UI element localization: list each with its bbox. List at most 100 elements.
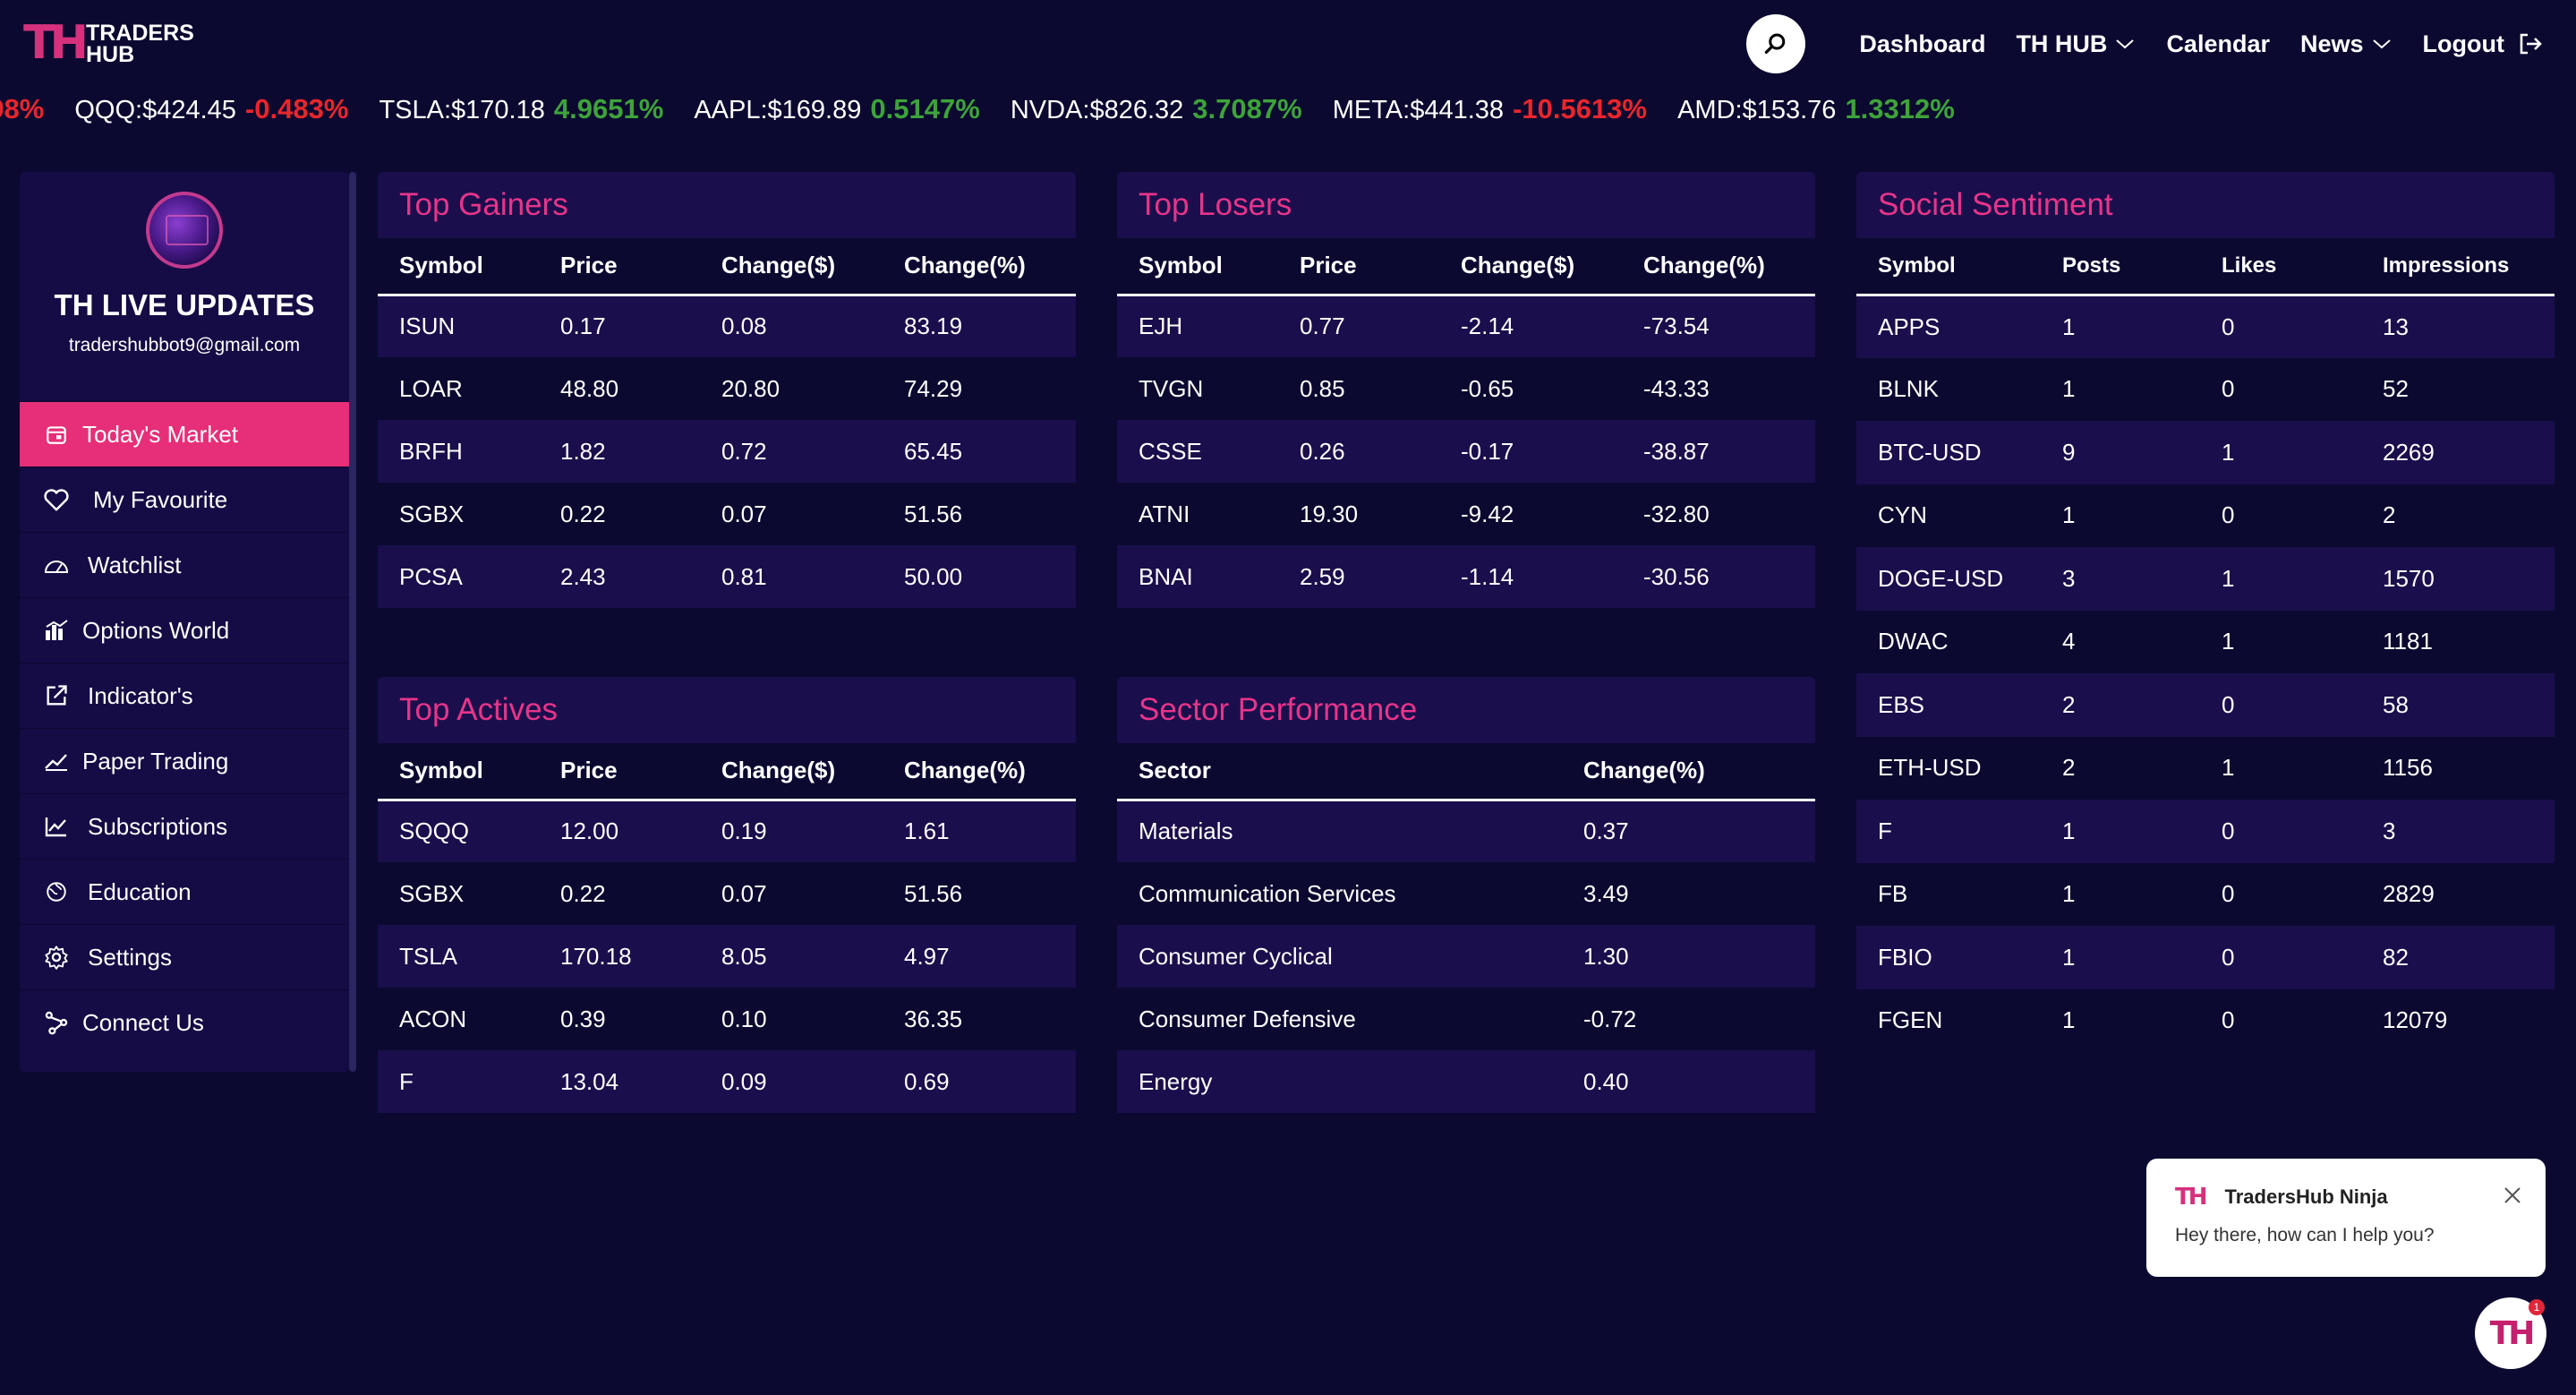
table-row[interactable]: ACON 0.39 0.10 36.35 [378, 988, 1076, 1050]
logo[interactable]: TH TRADERS HUB [23, 20, 194, 68]
table-row[interactable]: EJH 0.77 -2.14 -73.54 [1117, 295, 1815, 357]
column-header[interactable]: Price [539, 743, 700, 801]
table-row[interactable]: SGBX 0.22 0.07 51.56 [378, 862, 1076, 925]
column-header[interactable]: Symbol [378, 743, 539, 801]
table-row[interactable]: BRFH 1.82 0.72 65.45 [378, 420, 1076, 483]
column-header[interactable]: Likes [2200, 238, 2361, 296]
top-actives-title: Top Actives [378, 677, 1076, 743]
table-row[interactable]: TVGN 0.85 -0.65 -43.33 [1117, 357, 1815, 420]
sidebar-item-indicators[interactable]: Indicator's [20, 663, 349, 728]
column-header[interactable]: Change($) [700, 743, 883, 801]
chat-launcher-button[interactable]: TH 1 [2475, 1297, 2546, 1369]
table-header-row: Sector Change(%) [1117, 743, 1815, 801]
table-row[interactable]: TSLA 170.18 8.05 4.97 [378, 925, 1076, 988]
nav-calendar[interactable]: Calendar [2166, 30, 2270, 58]
sidebar-scrollbar[interactable] [349, 172, 356, 1072]
ticker-item[interactable]: META:$441.38 -10.5613% [1333, 88, 1647, 131]
table-row[interactable]: SQQQ 12.00 0.19 1.61 [378, 800, 1076, 862]
column-header[interactable]: Change($) [700, 238, 883, 296]
table-row[interactable]: EBS 2 0 58 [1856, 673, 2555, 737]
cell-symbol: SGBX [378, 862, 539, 925]
search-button[interactable] [1746, 14, 1806, 73]
column-header[interactable]: Change(%) [1622, 238, 1815, 296]
sidebar-item-label: Education [88, 877, 192, 905]
column-header[interactable]: Sector [1117, 743, 1562, 801]
cell-symbol: ISUN [378, 295, 539, 357]
cell-impressions: 58 [2361, 673, 2555, 737]
table-row[interactable]: PCSA 2.43 0.81 50.00 [378, 545, 1076, 608]
column-header[interactable]: Change($) [1439, 238, 1622, 296]
table-row[interactable]: ISUN 0.17 0.08 83.19 [378, 295, 1076, 357]
avatar[interactable] [146, 192, 223, 269]
sidebar-item-options-world[interactable]: Options World [20, 597, 349, 663]
table-row[interactable]: F 13.04 0.09 0.69 [378, 1050, 1076, 1113]
sidebar-item-settings[interactable]: Settings [20, 924, 349, 989]
table-row[interactable]: ATNI 19.30 -9.42 -32.80 [1117, 483, 1815, 545]
table-row[interactable]: CSSE 0.26 -0.17 -38.87 [1117, 420, 1815, 483]
table-row[interactable]: BLNK 1 0 52 [1856, 357, 2555, 421]
chat-close-button[interactable] [2503, 1185, 2522, 1210]
cell-posts: 1 [2041, 484, 2200, 547]
nav-logout[interactable]: Logout [2423, 30, 2544, 58]
column-header[interactable]: Change(%) [1562, 743, 1815, 801]
sidebar-item-my-favourite[interactable]: My Favourite [20, 466, 349, 532]
cell-change-usd: -0.17 [1439, 420, 1622, 483]
cell-symbol: EBS [1856, 673, 2041, 737]
ticker-item[interactable]: AMD:$153.76 1.3312% [1677, 88, 1955, 131]
top-losers-panel: Top Losers Symbol Price Change($) Change… [1117, 172, 1815, 608]
column-header[interactable]: Posts [2041, 238, 2200, 296]
cell-likes: 0 [2200, 295, 2361, 358]
column-header[interactable]: Price [539, 238, 700, 296]
table-row[interactable]: ETH-USD 2 1 1156 [1856, 736, 2555, 800]
table-row[interactable]: FB 1 0 2829 [1856, 862, 2555, 926]
table-row[interactable]: DWAC 4 1 1181 [1856, 610, 2555, 673]
chat-popup[interactable]: TH TradersHub Ninja Hey there, how can I… [2146, 1159, 2546, 1277]
sidebar-item-connect-us[interactable]: Connect Us [20, 989, 349, 1055]
table-row[interactable]: FBIO 1 0 82 [1856, 926, 2555, 989]
cell-change-pct: -0.72 [1562, 988, 1815, 1050]
sidebar-item-todays-market[interactable]: Today's Market [20, 401, 349, 466]
column-header[interactable]: Price [1278, 238, 1439, 296]
column-header[interactable]: Change(%) [883, 743, 1076, 801]
sidebar-item-label: Settings [88, 943, 172, 971]
ticker-item[interactable]: AAPL:$169.89 0.5147% [694, 88, 979, 131]
cell-likes: 0 [2200, 862, 2361, 926]
sidebar-item-label: Watchlist [88, 551, 182, 578]
ticker-item[interactable]: NVDA:$826.32 3.7087% [1011, 88, 1302, 131]
table-row[interactable]: BNAI 2.59 -1.14 -30.56 [1117, 545, 1815, 608]
nav-th-hub[interactable]: TH HUB [2016, 30, 2136, 58]
table-row[interactable]: F 1 0 3 [1856, 800, 2555, 863]
table-row[interactable]: DOGE-USD 3 1 1570 [1856, 547, 2555, 611]
column-header[interactable]: Symbol [1117, 238, 1278, 296]
table-row[interactable]: Consumer Cyclical 1.30 [1117, 925, 1815, 988]
sidebar-item-subscriptions[interactable]: Subscriptions [20, 793, 349, 859]
cell-change-usd: 8.05 [700, 925, 883, 988]
table-row[interactable]: Consumer Defensive -0.72 [1117, 988, 1815, 1050]
table-row[interactable]: CYN 1 0 2 [1856, 484, 2555, 547]
sidebar-item-paper-trading[interactable]: Paper Trading [20, 728, 349, 793]
logo-text-line2: HUB [86, 42, 135, 67]
ticker-item[interactable]: QQQ:$424.45 -0.483% [74, 88, 348, 131]
ticker-item[interactable]: TSLA:$170.18 4.9651% [379, 88, 663, 131]
ticker-item[interactable]: 898% [0, 88, 44, 131]
table-row[interactable]: LOAR 48.80 20.80 74.29 [378, 357, 1076, 420]
table-row[interactable]: SGBX 0.22 0.07 51.56 [378, 483, 1076, 545]
column-header[interactable]: Impressions [2361, 238, 2555, 296]
nav-news[interactable]: News [2300, 30, 2393, 58]
sidebar-item-label: Connect Us [82, 1008, 204, 1036]
ticker-symbol: AAPL:$169.89 [694, 96, 862, 124]
table-row[interactable]: Materials 0.37 [1117, 800, 1815, 862]
cell-posts: 1 [2041, 988, 2200, 1052]
sidebar-item-watchlist[interactable]: Watchlist [20, 532, 349, 597]
table-row[interactable]: APPS 1 0 13 [1856, 295, 2555, 358]
table-row[interactable]: Communication Services 3.49 [1117, 862, 1815, 925]
nav-dashboard[interactable]: Dashboard [1859, 30, 1985, 58]
sidebar-item-education[interactable]: Education [20, 859, 349, 924]
column-header[interactable]: Change(%) [883, 238, 1076, 296]
column-header[interactable]: Symbol [1856, 238, 2041, 296]
column-header[interactable]: Symbol [378, 238, 539, 296]
nav-th-hub-label: TH HUB [2016, 30, 2108, 57]
table-row[interactable]: FGEN 1 0 12079 [1856, 988, 2555, 1052]
table-row[interactable]: Energy 0.40 [1117, 1050, 1815, 1113]
table-row[interactable]: BTC-USD 9 1 2269 [1856, 421, 2555, 484]
